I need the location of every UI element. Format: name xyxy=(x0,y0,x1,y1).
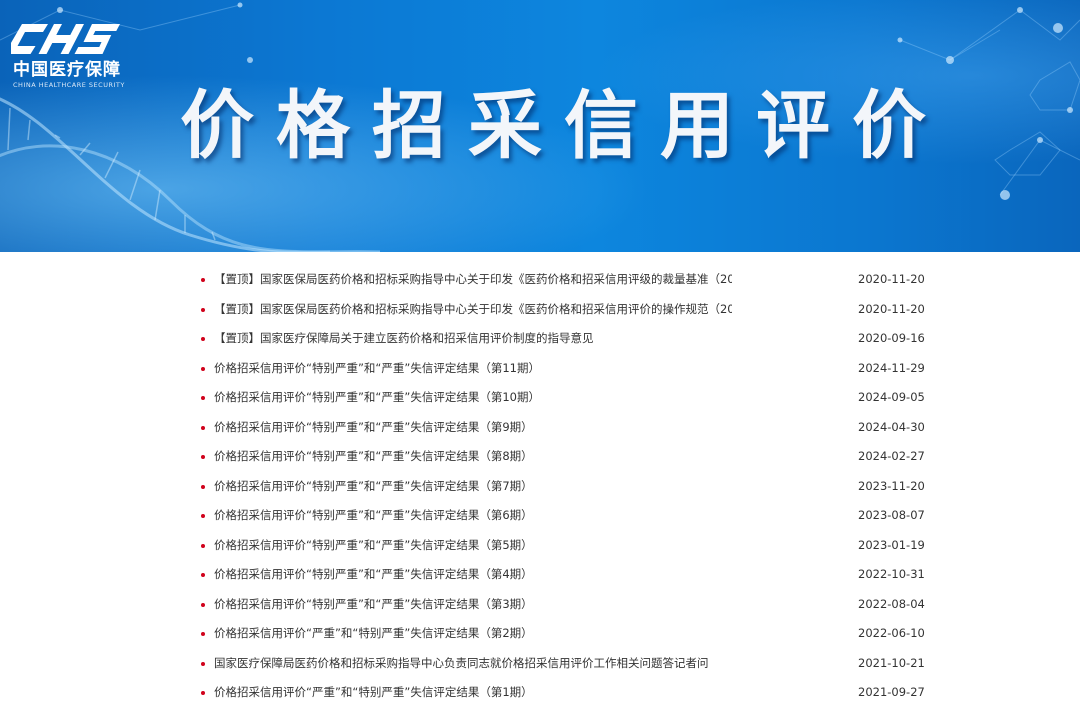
list-item: 价格招采信用评价“特别严重”和“严重”失信评定结果（第5期） 2023-01-19 xyxy=(0,531,1080,561)
page-title: 价格招采信用评价 xyxy=(180,83,948,169)
article-link[interactable]: 价格招采信用评价“特别严重”和“严重”失信评定结果（第6期） xyxy=(214,501,732,531)
article-link[interactable]: 价格招采信用评价“特别严重”和“严重”失信评定结果（第5期） xyxy=(214,531,732,561)
article-date: 2022-08-04 xyxy=(858,596,925,611)
bullet-icon xyxy=(201,484,205,489)
header-banner: 中国医疗保障 CHINA HEALTHCARE SECURITY 价格招采信用评… xyxy=(0,0,1080,252)
bullet-icon xyxy=(201,543,205,548)
article-date: 2024-02-27 xyxy=(858,449,925,463)
article-date: 2020-11-20 xyxy=(858,272,925,286)
article-date: 2024-11-29 xyxy=(858,360,925,375)
article-link[interactable]: 【置顶】国家医保局医药价格和招标采购指导中心关于印发《医药价格和招采信用评价的操… xyxy=(214,295,732,325)
bullet-icon xyxy=(201,425,205,430)
article-link[interactable]: 价格招采信用评价“特别严重”和“严重”失信评定结果（第10期） xyxy=(214,383,732,413)
article-link[interactable]: 价格招采信用评价“特别严重”和“严重”失信评定结果（第7期） xyxy=(214,472,732,502)
list-item: 价格招采信用评价“特别严重”和“严重”失信评定结果（第7期） 2023-11-20 xyxy=(0,472,1080,502)
article-date: 2022-06-10 xyxy=(858,626,925,640)
article-list: 【置顶】国家医保局医药价格和招标采购指导中心关于印发《医药价格和招采信用评级的裁… xyxy=(0,265,1080,704)
list-item: 价格招采信用评价“严重”和“特别严重”失信评定结果（第2期） 2022-06-10 xyxy=(0,619,1080,649)
article-date: 2023-01-19 xyxy=(858,537,925,552)
article-link[interactable]: 价格招采信用评价“特别严重”和“严重”失信评定结果（第4期） xyxy=(214,560,732,590)
article-link[interactable]: 【置顶】国家医保局医药价格和招标采购指导中心关于印发《医药价格和招采信用评级的裁… xyxy=(214,265,732,295)
article-link[interactable]: 价格招采信用评价“特别严重”和“严重”失信评定结果（第9期） xyxy=(214,413,732,443)
list-item: 价格招采信用评价“特别严重”和“严重”失信评定结果（第11期） 2024-11-2… xyxy=(0,354,1080,384)
article-date: 2021-10-21 xyxy=(858,655,925,670)
article-date: 2022-10-31 xyxy=(858,567,925,581)
article-date: 2024-04-30 xyxy=(858,419,925,434)
article-date: 2024-09-05 xyxy=(858,390,925,404)
list-item: 价格招采信用评价“严重”和“特别严重”失信评定结果（第1期） 2021-09-27 xyxy=(0,678,1080,704)
article-link[interactable]: 国家医疗保障局医药价格和招标采购指导中心负责同志就价格招采信用评价工作相关问题答… xyxy=(214,649,732,679)
article-date: 2020-09-16 xyxy=(858,331,925,345)
article-link[interactable]: 价格招采信用评价“特别严重”和“严重”失信评定结果（第3期） xyxy=(214,590,732,620)
logo-english-name: CHINA HEALTHCARE SECURITY xyxy=(13,81,125,89)
article-date: 2023-11-20 xyxy=(858,478,925,493)
bullet-icon xyxy=(201,602,205,607)
bullet-icon xyxy=(201,396,205,400)
list-item: 价格招采信用评价“特别严重”和“严重”失信评定结果（第9期） 2024-04-30 xyxy=(0,413,1080,443)
article-date: 2020-11-20 xyxy=(858,301,925,316)
list-item: 价格招采信用评价“特别严重”和“严重”失信评定结果（第8期） 2024-02-27 xyxy=(0,442,1080,472)
bullet-icon xyxy=(201,661,205,666)
chs-logo: 中国医疗保障 CHINA HEALTHCARE SECURITY xyxy=(11,20,131,92)
bullet-icon xyxy=(201,307,205,312)
list-item: 价格招采信用评价“特别严重”和“严重”失信评定结果（第4期） 2022-10-31 xyxy=(0,560,1080,590)
bullet-icon xyxy=(201,514,205,518)
bullet-icon xyxy=(201,691,205,695)
article-link[interactable]: 价格招采信用评价“特别严重”和“严重”失信评定结果（第11期） xyxy=(214,354,732,384)
list-item: 价格招采信用评价“特别严重”和“严重”失信评定结果（第6期） 2023-08-07 xyxy=(0,501,1080,531)
bullet-icon xyxy=(201,337,205,341)
list-item: 价格招采信用评价“特别严重”和“严重”失信评定结果（第3期） 2022-08-04 xyxy=(0,590,1080,620)
chs-logo-mark xyxy=(11,24,121,54)
article-date: 2021-09-27 xyxy=(858,685,925,699)
article-link[interactable]: 价格招采信用评价“严重”和“特别严重”失信评定结果（第1期） xyxy=(214,678,732,704)
list-item: 【置顶】国家医保局医药价格和招标采购指导中心关于印发《医药价格和招采信用评价的操… xyxy=(0,295,1080,325)
bullet-icon xyxy=(201,366,205,371)
page: 中国医疗保障 CHINA HEALTHCARE SECURITY 价格招采信用评… xyxy=(0,0,1080,704)
article-link[interactable]: 价格招采信用评价“严重”和“特别严重”失信评定结果（第2期） xyxy=(214,619,732,649)
bullet-icon xyxy=(201,455,205,459)
article-link[interactable]: 价格招采信用评价“特别严重”和“严重”失信评定结果（第8期） xyxy=(214,442,732,472)
logo-chinese-name: 中国医疗保障 xyxy=(13,60,121,80)
bullet-icon xyxy=(201,573,205,577)
list-item: 国家医疗保障局医药价格和招标采购指导中心负责同志就价格招采信用评价工作相关问题答… xyxy=(0,649,1080,679)
article-link[interactable]: 【置顶】国家医疗保障局关于建立医药价格和招采信用评价制度的指导意见 xyxy=(214,324,732,354)
article-date: 2023-08-07 xyxy=(858,508,925,522)
list-item: 【置顶】国家医疗保障局关于建立医药价格和招采信用评价制度的指导意见 2020-09… xyxy=(0,324,1080,354)
bullet-icon xyxy=(201,632,205,636)
list-item: 价格招采信用评价“特别严重”和“严重”失信评定结果（第10期） 2024-09-0… xyxy=(0,383,1080,413)
bullet-icon xyxy=(201,278,205,282)
list-item: 【置顶】国家医保局医药价格和招标采购指导中心关于印发《医药价格和招采信用评级的裁… xyxy=(0,265,1080,295)
